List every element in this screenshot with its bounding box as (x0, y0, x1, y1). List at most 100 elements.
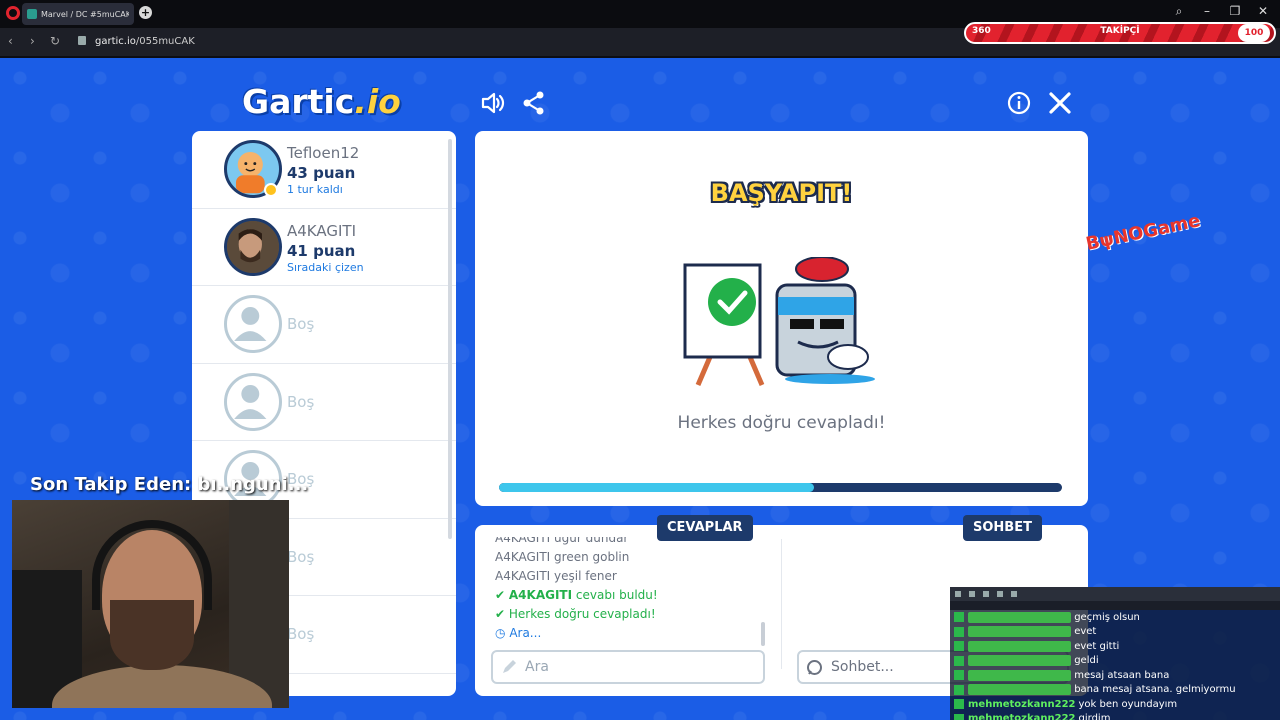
lock-icon (78, 36, 86, 45)
player-points: 41 puan (287, 241, 356, 260)
answer-item: A4KAGITI green goblin (495, 550, 630, 564)
opera-menu-icon[interactable] (6, 6, 20, 20)
panel-divider (781, 539, 782, 669)
chat-username: xxxxxxxxxxxxxxxx (968, 684, 1072, 696)
headphones-icon (92, 520, 212, 610)
empty-slot-label: Boş (287, 315, 315, 333)
chat-username: mehmetozkann222 (968, 713, 1076, 720)
sound-icon[interactable] (480, 90, 506, 116)
empty-slot: Boş (192, 364, 456, 441)
follower-goal-bar: 360 TAKİPÇİ 100 (964, 22, 1276, 44)
url-field[interactable]: gartic.io/055muCAK (95, 36, 195, 47)
reload-icon[interactable]: ↻ (50, 34, 60, 48)
user-badge-icon (954, 612, 964, 623)
chat-text: yok ben oyundayım (1078, 698, 1178, 710)
gartic-logo: Gartic.io (242, 82, 401, 121)
streamer-beard (110, 600, 194, 670)
answers-scrollbar[interactable] (761, 622, 765, 646)
answer-item: A4KAGITI uğur dündar (495, 537, 629, 545)
empty-avatar-icon (224, 295, 282, 353)
player-row: A4KAGITI 41 puan Sıradaki çizen (192, 209, 456, 286)
chat-message: xxxxxxxxxxxxxxxxgeçmiş olsun (954, 610, 1276, 625)
info-icon[interactable] (1006, 90, 1032, 116)
player-name: Tefloen12 (287, 144, 360, 162)
back-icon[interactable]: ‹ (8, 34, 13, 48)
turn-badge (264, 183, 278, 197)
window-controls: ⌕ – ❐ ✕ (1172, 4, 1270, 19)
forward-icon[interactable]: › (30, 34, 35, 48)
answer-item: ◷ Ara... (495, 626, 542, 640)
empty-slot-label: Boş (287, 625, 315, 643)
chat-username: mehmetozkann222 (968, 698, 1076, 710)
round-timer-bar (499, 483, 1062, 492)
chat-message: mehmetozkann222 girdim (954, 712, 1276, 720)
last-follower: Son Takip Eden: bı..nguni... (30, 474, 309, 495)
answer-item: A4KAGITI yeşil fener (495, 569, 617, 583)
chat-text: mesaj atsaan bana (1074, 669, 1170, 681)
chat-username: xxxxxxxxxxxxxxxx (968, 669, 1072, 681)
empty-avatar-icon (224, 372, 282, 431)
browser-tab[interactable]: Marvel / DC #5muCAK (1 (22, 3, 134, 25)
favicon-icon (27, 9, 37, 19)
drawing-canvas: BAŞYAPIT! Herkes doğru cevapladı! (475, 131, 1088, 506)
chat-subbar (950, 601, 1280, 610)
maximize-button[interactable]: ❐ (1228, 4, 1242, 19)
player-status: Sıradaki çizen (287, 260, 364, 274)
empty-slot-label: Boş (287, 547, 315, 566)
clock-icon: ◷ (495, 626, 506, 640)
check-icon: ✔ (495, 588, 506, 602)
masterpiece-illustration (683, 257, 875, 386)
user-badge-icon (954, 655, 964, 666)
pencil-icon (503, 660, 516, 673)
chat-username: xxxxxxxxxxxxxxxx (968, 611, 1072, 623)
player-row: Tefloen12 43 puan 1 tur kaldı (192, 131, 456, 209)
chat-message: xxxxxxxxxxxxxxxxevet gitti (954, 639, 1276, 654)
chat-username: xxxxxxxxxxxxxxxx (968, 640, 1072, 652)
players-scrollbar[interactable] (448, 139, 452, 539)
chat-messages: xxxxxxxxxxxxxxxxgeçmiş olsunxxxxxxxxxxxx… (950, 610, 1280, 720)
answer-item: ✔ A4KAGITI cevabı buldu! (495, 588, 658, 602)
chat-text: geçmiş olsun (1074, 611, 1140, 623)
answers-list: A4KAGITI uğur dündar A4KAGITI green gobl… (495, 537, 765, 647)
answer-item: ✔ Herkes doğru cevapladı! (495, 607, 656, 621)
chat-text: girdim (1078, 713, 1111, 720)
avatar (224, 217, 282, 276)
chat-message: xxxxxxxxxxxxxxxxevet (954, 625, 1276, 640)
tab-chat[interactable]: SOHBET (963, 515, 1042, 541)
minimize-button[interactable]: – (1200, 4, 1214, 19)
check-icon: ✔ (495, 607, 506, 621)
user-badge-icon (954, 684, 964, 695)
search-tabs-icon[interactable]: ⌕ (1172, 4, 1186, 19)
chat-bubble-icon (807, 660, 822, 675)
chat-message: xxxxxxxxxxxxxxxxmesaj atsaan bana (954, 668, 1276, 683)
chat-text: evet (1074, 626, 1097, 638)
chat-message: mehmetozkann222 yok ben oyundayım (954, 697, 1276, 712)
chat-message: xxxxxxxxxxxxxxxxgeldi (954, 654, 1276, 669)
player-points: 43 puan (287, 164, 356, 182)
empty-slot: Boş (192, 286, 456, 364)
chat-text: evet gitti (1074, 640, 1120, 652)
stream-chat-overlay: xxxxxxxxxxxxxxxxgeçmiş olsunxxxxxxxxxxxx… (950, 587, 1280, 720)
user-badge-icon (954, 641, 964, 652)
chat-text: geldi (1074, 655, 1099, 667)
follower-goal: 100 (1238, 24, 1270, 42)
close-icon[interactable] (1047, 90, 1073, 116)
result-title: BAŞYAPIT! (710, 179, 853, 207)
tab-title: Marvel / DC #5muCAK (1 (41, 9, 129, 19)
new-tab-button[interactable]: + (139, 6, 152, 19)
follower-label: TAKİPÇİ (1100, 26, 1140, 36)
user-badge-icon (954, 699, 964, 710)
share-icon[interactable] (521, 90, 547, 116)
result-message: Herkes doğru cevapladı! (677, 413, 886, 433)
round-timer-fill (499, 483, 815, 492)
webcam-feed (12, 500, 289, 708)
chat-username: xxxxxxxxxxxxxxxx (968, 626, 1072, 638)
player-status: 1 tur kaldı (287, 183, 343, 196)
chat-message: xxxxxxxxxxxxxxxxbana mesaj atsana. gelmi… (954, 683, 1276, 698)
user-badge-icon (954, 626, 964, 637)
chat-toolbar (950, 587, 1280, 601)
chat-text: bana mesaj atsana. gelmiyormu (1074, 684, 1236, 696)
player-name: A4KAGITI (287, 221, 357, 240)
answer-input[interactable]: Ara (491, 650, 765, 684)
close-window-button[interactable]: ✕ (1256, 4, 1270, 19)
